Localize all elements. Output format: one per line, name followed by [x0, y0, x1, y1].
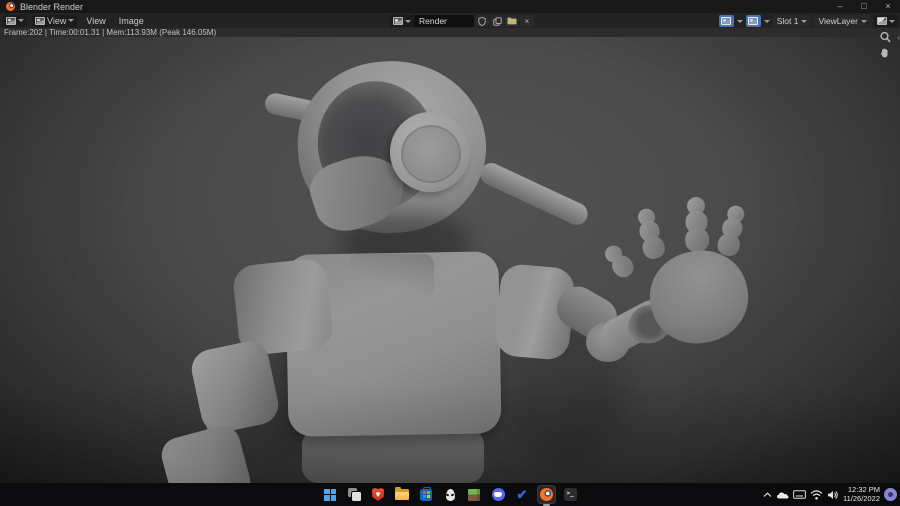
- clock-date: 11/26/2022: [843, 493, 880, 503]
- chevron-down-icon: [68, 19, 75, 22]
- display-channels-dropdown[interactable]: [874, 15, 898, 27]
- magnifier-icon: [880, 31, 891, 43]
- wifi-tray-button[interactable]: [810, 489, 823, 500]
- slot-label: Slot 1: [776, 16, 799, 26]
- discord-button[interactable]: [489, 485, 508, 504]
- discord-icon: [491, 488, 505, 501]
- image-editor-header: View View Image Render Result × Slot 1: [0, 13, 900, 38]
- editor-type-dropdown[interactable]: [3, 14, 27, 27]
- viewlayer-dropdown[interactable]: ViewLayer: [814, 15, 871, 27]
- folder-icon: [395, 487, 409, 500]
- zoom-gizmo[interactable]: [879, 31, 892, 44]
- chevron-down-icon: [861, 19, 867, 23]
- render-canvas[interactable]: [0, 37, 900, 483]
- title-bar: Blender Render – □ ×: [0, 0, 900, 13]
- todo-app-button[interactable]: ✔: [513, 485, 532, 504]
- render-info-bar: Frame:202 | Time:00:01.31 | Mem:113.93M …: [0, 28, 900, 37]
- pan-gizmo[interactable]: [879, 46, 892, 59]
- chevron-down-icon: [18, 19, 24, 22]
- overlay-icon: [748, 17, 759, 25]
- robot-left-forearm-lower: [157, 421, 255, 483]
- brave-shield-icon: [372, 488, 384, 501]
- start-button[interactable]: [321, 485, 340, 504]
- chevron-down-icon: [405, 19, 411, 23]
- checkmark-icon: ✔: [516, 487, 528, 502]
- file-explorer-button[interactable]: [393, 485, 412, 504]
- tray-overflow-button[interactable]: [763, 491, 772, 498]
- alienware-button[interactable]: [441, 485, 460, 504]
- taskbar-clock[interactable]: 12:32 PM 11/26/2022: [843, 485, 880, 503]
- terminal-button[interactable]: >_: [561, 485, 580, 504]
- chevron-up-icon: [763, 491, 772, 497]
- minimize-button[interactable]: –: [828, 0, 852, 13]
- speaker-icon: [828, 490, 838, 499]
- system-tray: 12:32 PM 11/26/2022: [763, 483, 897, 506]
- task-view-button[interactable]: [345, 485, 364, 504]
- blender-logo-icon: [6, 2, 15, 11]
- chevron-down-icon[interactable]: [736, 19, 743, 23]
- terminal-icon: >_: [563, 488, 577, 501]
- mode-label: View: [47, 15, 67, 26]
- color-alpha-icon: [877, 17, 887, 25]
- overlays-toggle[interactable]: [745, 15, 761, 27]
- store-bag-icon: [420, 486, 432, 501]
- menu-view[interactable]: View: [82, 16, 109, 26]
- robot-lens-inner: [401, 125, 461, 183]
- blender-icon: [539, 488, 553, 501]
- new-image-button[interactable]: [490, 15, 504, 27]
- chevron-down-icon[interactable]: [763, 19, 770, 23]
- chevron-down-icon: [801, 19, 808, 23]
- window-controls: – □ ×: [828, 0, 900, 13]
- shield-icon: [478, 16, 486, 26]
- folder-icon: [507, 17, 517, 25]
- window-title: Blender Render: [20, 1, 84, 12]
- chevron-down-icon: [889, 19, 895, 23]
- alien-head-icon: [445, 488, 455, 501]
- gizmo-icon: [721, 17, 732, 25]
- robot-hips: [302, 429, 484, 483]
- open-image-button[interactable]: [505, 15, 519, 27]
- duplicate-icon: [492, 16, 502, 26]
- blender-app-button[interactable]: [536, 485, 556, 506]
- onedrive-tray-button[interactable]: [776, 491, 789, 499]
- minecraft-button[interactable]: [465, 485, 484, 504]
- slot-dropdown[interactable]: Slot 1: [772, 15, 812, 27]
- brave-browser-button[interactable]: [369, 485, 388, 504]
- gizmos-toggle[interactable]: [718, 15, 734, 27]
- grass-block-icon: [468, 488, 480, 501]
- close-button[interactable]: ×: [876, 0, 900, 13]
- image-browse-dropdown[interactable]: [390, 15, 414, 27]
- image-icon: [393, 17, 403, 25]
- robot-chest-shade: [348, 254, 434, 298]
- image-datablock: Render Result ×: [390, 15, 534, 38]
- keyboard-icon: [793, 490, 806, 499]
- fake-user-button[interactable]: [475, 15, 489, 27]
- wifi-icon: [810, 489, 823, 500]
- menu-image[interactable]: Image: [115, 16, 148, 26]
- taskbar: ✔ >_ 12:32 PM 11/26/2022: [0, 483, 900, 506]
- image-name-field[interactable]: Render Result: [414, 15, 474, 38]
- hand-icon: [880, 48, 888, 58]
- robot-antenna-right: [476, 159, 592, 229]
- notification-center-button[interactable]: [884, 488, 897, 501]
- task-view-icon: [347, 488, 361, 501]
- image-editor-icon: [6, 16, 16, 25]
- windows-logo-icon: [324, 488, 336, 501]
- volume-tray-button[interactable]: [827, 490, 839, 500]
- render-stats-text: Frame:202 | Time:00:01.31 | Mem:113.93M …: [4, 28, 217, 37]
- microsoft-store-button[interactable]: [417, 485, 436, 504]
- view-mode-icon: [35, 16, 45, 25]
- mode-dropdown[interactable]: View: [32, 14, 78, 27]
- maximize-button[interactable]: □: [852, 0, 876, 13]
- unlink-image-button[interactable]: ×: [520, 15, 534, 27]
- touch-keyboard-button[interactable]: [793, 490, 806, 499]
- viewlayer-label: ViewLayer: [818, 16, 858, 26]
- header-right-tools: Slot 1 ViewLayer: [718, 15, 898, 27]
- cloud-icon: [777, 492, 789, 498]
